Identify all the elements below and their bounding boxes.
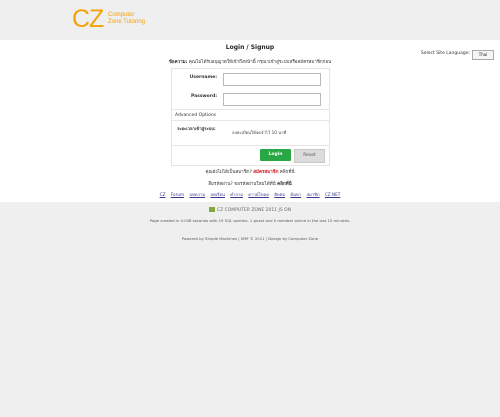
session-length-label: ระยะเวลาเข้าสู่ระบบ: bbox=[177, 126, 216, 131]
advanced-options-label[interactable]: Advanced Options bbox=[175, 113, 216, 118]
divider bbox=[172, 120, 329, 121]
footer-link[interactable]: ติดต่อ bbox=[274, 192, 285, 197]
footer-link[interactable]: คำถาม bbox=[230, 192, 243, 197]
session-length-value[interactable]: ลงทะเบียนให้จดจำไว้ 10 นาที bbox=[232, 129, 286, 136]
signup-line: คุณยังไม่ได้เป็นสมาชิก? สมัครสมาชิก คลิก… bbox=[0, 168, 500, 175]
notice-prefix: ข้อความ: bbox=[168, 60, 188, 65]
signup-prefix: คุณยังไม่ได้เป็นสมาชิก? bbox=[205, 170, 252, 175]
badge-icon bbox=[208, 207, 215, 212]
forgot-password-line: ลืมรหัสผ่าน? ขอรหัสผ่านใหม่ได้ที่นี่ คลิ… bbox=[0, 180, 500, 187]
powered-text[interactable]: CZ COMPUTER ZONE 2011 JS ON bbox=[217, 208, 291, 213]
notice-message: ข้อความ: คุณไม่ได้รับอนุญาตให้เข้าถึงหน้… bbox=[0, 58, 500, 65]
footer-link[interactable]: ค้นหา bbox=[290, 192, 301, 197]
signup-link[interactable]: สมัครสมาชิก bbox=[253, 170, 278, 175]
language-label: Select Site Language: bbox=[420, 51, 470, 56]
powered-by: CZ COMPUTER ZONE 2011 JS ON bbox=[0, 207, 500, 213]
footer-link[interactable]: CZ bbox=[160, 192, 166, 197]
divider bbox=[172, 145, 329, 146]
footer-link[interactable]: Forum bbox=[171, 192, 184, 197]
login-form: Username: Password: Advanced Options ระย… bbox=[171, 68, 330, 166]
logo-line-1: Computer bbox=[108, 12, 135, 18]
username-input[interactable] bbox=[223, 73, 321, 86]
password-label: Password: bbox=[190, 94, 217, 99]
divider bbox=[172, 109, 329, 110]
password-input[interactable] bbox=[223, 93, 321, 106]
page-stats: Page created in 0.038 seconds with 19 SQ… bbox=[149, 218, 351, 223]
login-button[interactable]: Login bbox=[260, 149, 291, 161]
logo-line-2: Zone Tutoring bbox=[108, 19, 146, 25]
site-logo[interactable]: CZ bbox=[72, 6, 104, 32]
notice-text: คุณไม่ได้รับอนุญาตให้เข้าถึงหน้านี้ กรุณ… bbox=[188, 60, 332, 65]
footer-copyright: Powered by Simple Machines | SMF © 2011 … bbox=[181, 236, 319, 241]
signup-suffix[interactable]: คลิกที่นี่ bbox=[280, 170, 295, 175]
forgot-text: ลืมรหัสผ่าน? ขอรหัสผ่านใหม่ได้ที่นี่ bbox=[208, 182, 276, 187]
site-header: CZ Computer Zone Tutoring bbox=[0, 0, 500, 40]
footer-link[interactable]: CZ.NET bbox=[325, 192, 340, 197]
page-title: Login / Signup bbox=[225, 44, 275, 51]
footer-link[interactable]: บทเรียน bbox=[210, 192, 224, 197]
footer-link[interactable]: บทความ bbox=[189, 192, 205, 197]
username-label: Username: bbox=[189, 75, 217, 80]
footer-link[interactable]: สมาชิก bbox=[306, 192, 319, 197]
footer-link[interactable]: ดาวน์โหลด bbox=[248, 192, 269, 197]
reset-button[interactable]: Reset bbox=[294, 149, 325, 163]
site-logo-text: Computer Zone Tutoring bbox=[108, 12, 145, 26]
footer-links: CZ Forum บทความ บทเรียน คำถาม ดาวน์โหลด … bbox=[0, 191, 500, 198]
forgot-link[interactable]: คลิกที่นี่ bbox=[277, 182, 292, 187]
